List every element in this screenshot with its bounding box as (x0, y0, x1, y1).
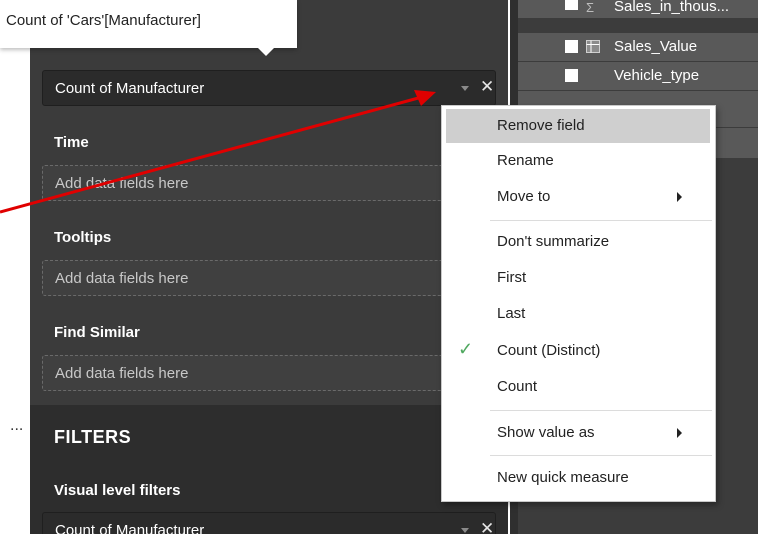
menu-item-remove-field[interactable]: Remove field (446, 109, 710, 143)
menu-item-label: Remove field (497, 117, 585, 134)
tooltip-text: Count of 'Cars'[Manufacturer] (6, 12, 201, 29)
table-calc-icon (586, 40, 600, 53)
drop-zone-placeholder: Add data fields here (55, 365, 189, 382)
section-label-tooltips: Tooltips (54, 229, 112, 246)
section-label-find-similar: Find Similar (54, 324, 140, 341)
field-context-menu: Remove field Rename Move to Don't summar… (441, 105, 716, 502)
section-label-time: Time (54, 134, 89, 151)
menu-item-count[interactable]: Count (446, 370, 710, 404)
checkbox[interactable] (565, 0, 578, 10)
menu-item-first[interactable]: First (446, 261, 710, 295)
field-tooltip: Count of 'Cars'[Manufacturer] (0, 0, 297, 48)
menu-item-label: Count (497, 378, 538, 395)
field-label: Sales_in_thous... (614, 0, 730, 15)
fields-pane: Count of Manufacturer ✕ Time Add data fi… (30, 0, 508, 534)
menu-item-label: First (497, 269, 527, 286)
menu-separator (490, 220, 712, 221)
tooltips-drop-zone[interactable]: Add data fields here (42, 260, 496, 296)
filter-chip[interactable]: Count of Manufacturer ✕ (42, 512, 496, 534)
menu-item-label: Rename (497, 152, 554, 169)
checkbox[interactable] (565, 69, 578, 82)
menu-item-new-quick-measure[interactable]: New quick measure (446, 461, 710, 495)
menu-item-move-to[interactable]: Move to (446, 180, 710, 214)
visual-level-filters-label: Visual level filters (54, 482, 181, 499)
filter-chip-label: Count of Manufacturer (55, 522, 205, 534)
value-field-label: Count of Manufacturer (55, 80, 205, 97)
chevron-down-icon[interactable] (461, 528, 469, 533)
menu-separator (490, 410, 712, 411)
filters-title: FILTERS (54, 427, 132, 447)
chevron-down-icon[interactable] (461, 86, 469, 91)
menu-item-label: Move to (497, 188, 551, 205)
drop-zone-placeholder: Add data fields here (55, 175, 189, 192)
field-row[interactable]: Vehicle_type (518, 62, 758, 91)
menu-item-label: Show value as (497, 424, 595, 441)
menu-item-last[interactable]: Last (446, 297, 710, 331)
menu-item-count-distinct[interactable]: ✓ Count (Distinct) (446, 334, 710, 368)
sigma-icon: Σ (586, 0, 595, 15)
menu-item-label: Don't summarize (497, 233, 610, 250)
menu-item-rename[interactable]: Rename (446, 144, 710, 178)
tooltip-pointer (258, 48, 274, 56)
close-icon[interactable]: ✕ (480, 77, 494, 97)
submenu-arrow-icon (677, 428, 682, 438)
checkmark-icon: ✓ (458, 339, 474, 359)
checkbox[interactable] (565, 40, 578, 53)
menu-item-label: Count (Distinct) (497, 342, 601, 359)
field-row[interactable]: Sales_Value (518, 33, 758, 62)
field-label: Sales_Value (614, 38, 698, 55)
close-icon[interactable]: ✕ (480, 519, 494, 534)
menu-item-label: New quick measure (497, 469, 629, 486)
time-drop-zone[interactable]: Add data fields here (42, 165, 496, 201)
menu-item-dont-summarize[interactable]: Don't summarize (446, 225, 710, 259)
find-similar-drop-zone[interactable]: Add data fields here (42, 355, 496, 391)
field-label: Vehicle_type (614, 67, 700, 84)
drop-zone-placeholder: Add data fields here (55, 270, 189, 287)
more-options-icon[interactable]: ... (10, 417, 23, 435)
submenu-arrow-icon (677, 192, 682, 202)
menu-item-label: Last (497, 305, 526, 322)
menu-separator (490, 455, 712, 456)
value-field-well[interactable]: Count of Manufacturer ✕ (42, 70, 496, 106)
field-row[interactable]: Σ Sales_in_thous... (518, 0, 758, 19)
menu-item-show-value-as[interactable]: Show value as (446, 416, 710, 450)
canvas-edge (0, 0, 30, 534)
